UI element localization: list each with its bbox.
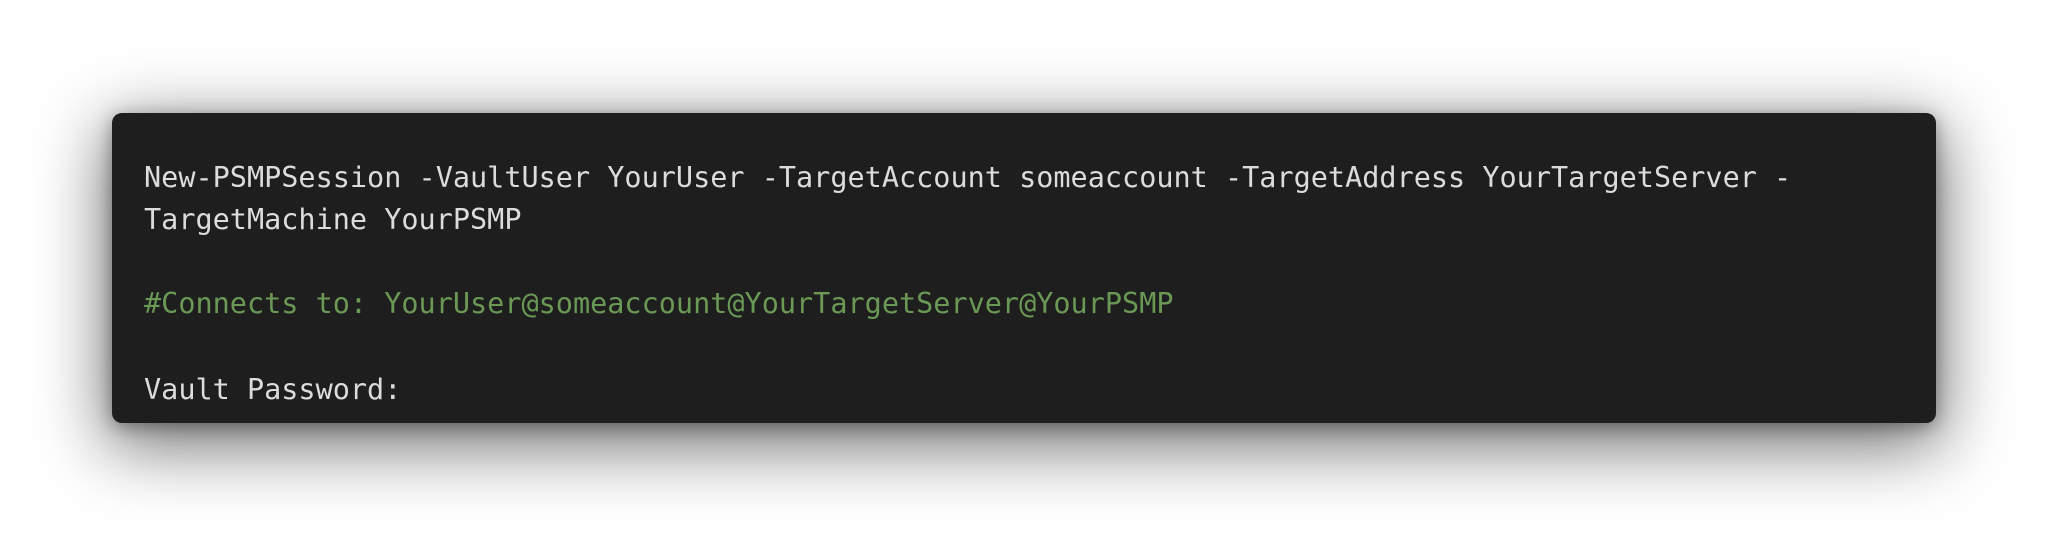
terminal-window[interactable]: New-PSMPSession -VaultUser YourUser -Tar… <box>112 113 1936 423</box>
command-line-1: New-PSMPSession -VaultUser YourUser -Tar… <box>144 161 1792 194</box>
command-line-2: TargetMachine YourPSMP <box>144 203 522 236</box>
vault-password-prompt[interactable]: Vault Password: <box>144 369 1904 411</box>
connection-comment: #Connects to: YourUser@someaccount@YourT… <box>144 287 1174 320</box>
